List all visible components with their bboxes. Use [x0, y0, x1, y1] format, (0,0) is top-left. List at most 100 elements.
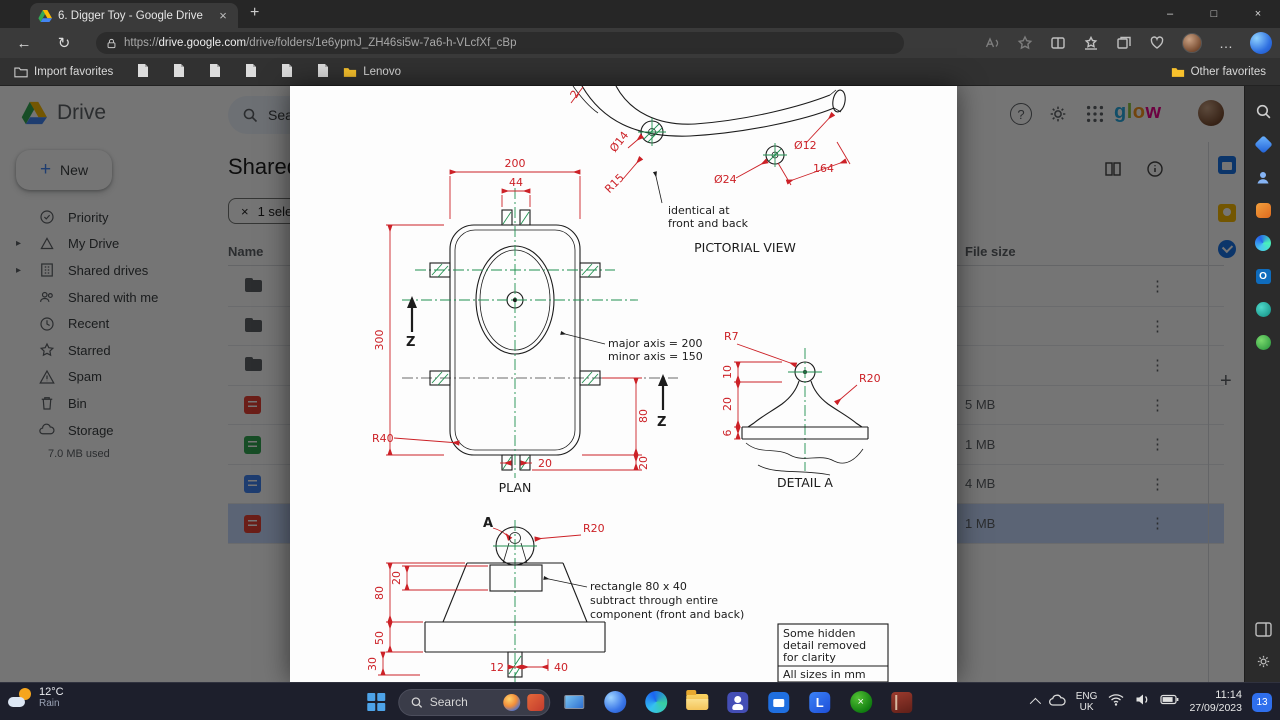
- sidebar-shopping-app-icon[interactable]: [1245, 197, 1280, 223]
- volume-icon[interactable]: [1135, 693, 1150, 711]
- dim-label: Ø14: [607, 129, 631, 155]
- dim-label: 2: [568, 88, 583, 101]
- xbox-icon[interactable]: ×: [844, 685, 878, 719]
- add-favorite-star-icon[interactable]: [1017, 35, 1033, 51]
- sidebar-settings-gear-icon[interactable]: [1245, 648, 1280, 674]
- favorite-doc-icon[interactable]: [173, 63, 185, 81]
- tab-close-icon[interactable]: ×: [216, 8, 230, 23]
- favorite-doc-icon[interactable]: [137, 63, 149, 81]
- engineering-drawing: 2 Ø14 R15 Ø24 Ø12 164 identical at front…: [366, 86, 889, 682]
- teams-icon[interactable]: [721, 685, 755, 719]
- dim-label: Ø24: [714, 173, 737, 186]
- battery-icon[interactable]: [1160, 693, 1179, 711]
- view-title: DETAIL A: [777, 475, 833, 490]
- search-highlight-icon[interactable]: [502, 693, 520, 711]
- note-text: All sizes in mm: [783, 668, 866, 681]
- favorite-doc-icon[interactable]: [245, 63, 257, 81]
- back-button[interactable]: ←: [10, 28, 38, 58]
- dim-label: R20: [859, 372, 881, 385]
- store-icon[interactable]: [762, 685, 796, 719]
- tray-expand-chevron-icon[interactable]: [1029, 697, 1041, 710]
- language-indicator[interactable]: ENG UK: [1076, 691, 1098, 714]
- dim-label: 6: [721, 430, 734, 437]
- document-preview-page[interactable]: 2 Ø14 R15 Ø24 Ø12 164 identical at front…: [290, 86, 957, 682]
- annotation: major axis = 200: [608, 337, 703, 350]
- dim-label: R15: [602, 171, 626, 195]
- favorite-folder-lenovo[interactable]: Lenovo: [343, 66, 401, 78]
- annotation: front and back: [668, 217, 749, 230]
- favorite-doc-icon[interactable]: [209, 63, 221, 81]
- favorites-bar: Import favorites Lenovo Other favorites: [0, 58, 1280, 86]
- favorite-doc-icon[interactable]: [317, 63, 329, 81]
- sidebar-teal-app-icon[interactable]: [1245, 296, 1280, 322]
- drive-favicon: [38, 9, 52, 22]
- tab-title: 6. Digger Toy - Google Drive: [58, 9, 203, 22]
- folder-icon: [1171, 67, 1184, 77]
- search-highlight-icon-2[interactable]: [526, 693, 544, 711]
- new-tab-button[interactable]: +: [250, 4, 259, 22]
- sidebar-outlook-icon[interactable]: O: [1245, 263, 1280, 289]
- annotation: component (front and back): [590, 608, 744, 621]
- annotation: rectangle 80 x 40: [590, 580, 687, 593]
- wifi-icon[interactable]: [1107, 692, 1125, 712]
- import-favorites-button[interactable]: Import favorites: [14, 66, 113, 78]
- browser-navbar: ← ↻ https://drive.google.com/drive/folde…: [0, 28, 1280, 58]
- annotation: minor axis = 150: [608, 350, 703, 363]
- notification-badge[interactable]: 13: [1252, 692, 1272, 712]
- sidebar-diamond-app-icon[interactable]: [1245, 131, 1280, 157]
- refresh-button[interactable]: ↻: [50, 28, 78, 58]
- edge-icon[interactable]: [639, 685, 673, 719]
- lock-icon: [107, 38, 116, 48]
- onedrive-cloud-icon[interactable]: [1048, 693, 1066, 712]
- dim-label: R40: [372, 432, 394, 445]
- weather-icon: [8, 687, 32, 709]
- copilot-taskbar-icon[interactable]: [598, 685, 632, 719]
- dim-label: Ø12: [794, 139, 817, 152]
- sidebar-panel-toggle-icon[interactable]: [1245, 616, 1280, 642]
- profile-avatar[interactable]: [1182, 33, 1202, 53]
- favorites-bar-icon[interactable]: [1083, 35, 1099, 51]
- collections-icon[interactable]: [1116, 35, 1132, 51]
- monitor-app-icon[interactable]: [557, 685, 591, 719]
- sidebar-swirl-app-icon[interactable]: [1245, 230, 1280, 256]
- weather-widget[interactable]: 12°C Rain: [8, 686, 64, 709]
- annotation: subtract through entire: [590, 594, 718, 607]
- l-app-icon[interactable]: L: [803, 685, 837, 719]
- minimize-button[interactable]: –: [1148, 0, 1192, 28]
- maximize-button[interactable]: □: [1192, 0, 1236, 28]
- taskbar-center: Search L ×: [361, 683, 919, 720]
- sidebar-search-icon[interactable]: [1245, 98, 1280, 124]
- dim-label: 30: [366, 657, 379, 671]
- dim-label: 300: [373, 330, 386, 351]
- file-explorer-icon[interactable]: [680, 685, 714, 719]
- dim-label: 50: [373, 631, 386, 645]
- favorite-doc-icon[interactable]: [281, 63, 293, 81]
- view-title: PICTORIAL VIEW: [694, 240, 796, 255]
- dim-label: 164: [813, 162, 834, 175]
- browser-menu-icon[interactable]: …: [1219, 35, 1234, 51]
- dim-label: 20: [637, 456, 650, 470]
- read-aloud-icon[interactable]: [984, 35, 1000, 51]
- sidebar-people-app-icon[interactable]: [1245, 164, 1280, 190]
- browser-tab[interactable]: 6. Digger Toy - Google Drive ×: [30, 3, 238, 28]
- clock[interactable]: 11:14 27/09/2023: [1189, 689, 1242, 716]
- dim-label: 40: [554, 661, 568, 674]
- other-favorites-button[interactable]: Other favorites: [1171, 66, 1266, 78]
- annotation: identical at: [668, 204, 730, 217]
- pictorial-view: 2 Ø14 R15 Ø24 Ø12 164 identical at front…: [568, 86, 851, 255]
- sidebar-green-app-icon[interactable]: [1245, 329, 1280, 355]
- copilot-icon[interactable]: [1250, 32, 1272, 54]
- url-text: https://drive.google.com/drive/folders/1…: [124, 37, 517, 49]
- folder-icon: [344, 67, 357, 77]
- browser-essentials-icon[interactable]: [1149, 35, 1165, 51]
- section-label: Z: [406, 335, 415, 350]
- start-button[interactable]: [367, 693, 385, 711]
- split-screen-icon[interactable]: [1050, 35, 1066, 51]
- address-bar[interactable]: https://drive.google.com/drive/folders/1…: [96, 32, 904, 54]
- dim-label: 12: [490, 661, 504, 674]
- browser-viewport: Drive Search in Drive ? glow + New Share…: [0, 86, 1280, 682]
- taskbar-search[interactable]: Search: [397, 688, 550, 716]
- close-window-button[interactable]: ×: [1236, 0, 1280, 28]
- window-controls: – □ ×: [1148, 0, 1280, 28]
- reading-app-icon[interactable]: [885, 685, 919, 719]
